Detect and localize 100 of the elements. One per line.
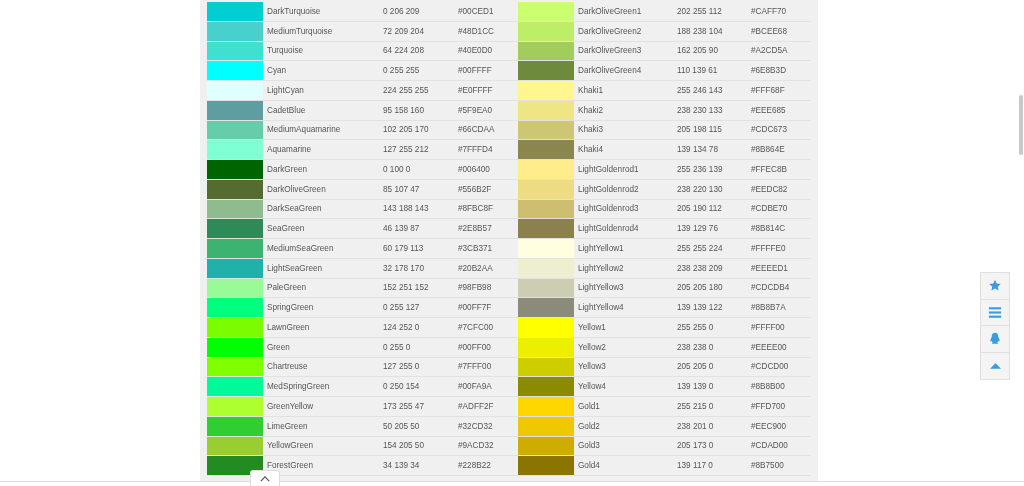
rgb-value: 255 255 224 <box>677 243 724 253</box>
hex-code: #CDAD00 <box>751 441 788 451</box>
hex-code: #BCEE68 <box>751 26 787 36</box>
hex-code: #2E8B57 <box>458 224 492 234</box>
rgb-value: 224 255 255 <box>383 85 430 95</box>
rgb-value: 102 205 170 <box>383 125 430 135</box>
hex-code: #EEDC82 <box>751 184 788 194</box>
hex-code: #40E0D0 <box>458 46 493 56</box>
rgb-value: 124 252 0 <box>383 322 421 332</box>
caret-up-icon <box>989 362 1001 369</box>
rgb-value: 238 230 133 <box>677 105 724 115</box>
color-name: Aquamarine <box>266 145 313 155</box>
rgb-value: 34 139 34 <box>383 461 421 471</box>
color-name: MediumSeaGreen <box>266 243 335 253</box>
color-name: YellowGreen <box>266 441 315 451</box>
rgb-value: 255 255 0 <box>677 322 715 332</box>
rgb-value: 205 205 180 <box>677 283 724 293</box>
color-name: DarkOliveGreen <box>266 184 327 194</box>
hex-code: #ADFF2F <box>458 401 494 411</box>
color-name: Yellow2 <box>577 342 607 352</box>
color-name: Khaki3 <box>577 125 605 135</box>
hex-code: #EEEE00 <box>751 342 787 352</box>
hex-code: #00CED1 <box>458 6 494 16</box>
hex-code: #CDC673 <box>751 125 787 135</box>
rgb-value: 188 238 104 <box>677 26 724 36</box>
color-name: LightGoldenrod2 <box>577 184 640 194</box>
color-name: LightYellow3 <box>577 283 625 293</box>
hex-code: #7CFC00 <box>458 322 494 332</box>
hex-code: #228B22 <box>458 461 491 471</box>
color-name: Gold4 <box>577 461 601 471</box>
color-name: DarkOliveGreen4 <box>577 66 643 76</box>
hex-code: #7FFFD4 <box>458 145 493 155</box>
hex-code: #8B814C <box>751 224 786 234</box>
rgb-value: 0 100 0 <box>383 164 412 174</box>
color-name: MedSpringGreen <box>266 382 331 392</box>
hex-code: #FFFF00 <box>751 322 785 332</box>
rgb-value: 143 188 143 <box>383 204 430 214</box>
rgb-value: 205 198 115 <box>677 125 723 135</box>
color-name: DarkOliveGreen3 <box>577 46 643 56</box>
rgb-value: 110 139 61 <box>677 66 719 76</box>
color-name: LightGoldenrod3 <box>577 204 640 214</box>
color-name: DarkGreen <box>266 164 309 174</box>
color-name: Turquoise <box>266 46 305 56</box>
rgb-value: 202 255 112 <box>677 6 723 16</box>
hex-code: #E0FFFF <box>458 85 493 95</box>
color-name: SeaGreen <box>266 224 306 234</box>
rgb-value: 139 129 76 <box>677 224 719 234</box>
hex-code: #EEE685 <box>751 105 786 115</box>
rgb-value: 154 205 50 <box>383 441 425 451</box>
hex-code: #48D1CC <box>458 26 494 36</box>
rgb-value: 205 205 0 <box>677 362 715 372</box>
hex-code: #9ACD32 <box>458 441 494 451</box>
rgb-value: 95 158 160 <box>383 105 425 115</box>
color-name: Green <box>266 342 291 352</box>
color-name: Yellow1 <box>577 322 607 332</box>
color-name: LawnGreen <box>266 322 311 332</box>
hex-code: #98FB98 <box>458 283 492 293</box>
star-icon <box>988 279 1002 293</box>
scroll-up-tab[interactable] <box>250 470 280 486</box>
color-name: PaleGreen <box>266 283 308 293</box>
color-name: Khaki2 <box>577 105 605 115</box>
color-name: LimeGreen <box>266 421 309 431</box>
rgb-value: 0 255 255 <box>383 66 421 76</box>
hex-code: #8B864E <box>751 145 785 155</box>
rgb-value: 255 246 143 <box>677 85 724 95</box>
rgb-value: 139 139 0 <box>677 382 715 392</box>
hex-code: #8B8B00 <box>751 382 785 392</box>
hex-code: #FFF68F <box>751 85 785 95</box>
hex-code: #5F9EA0 <box>458 105 493 115</box>
rgb-value: 127 255 0 <box>383 362 421 372</box>
rgb-value: 255 236 139 <box>677 164 724 174</box>
color-name: DarkOliveGreen2 <box>577 26 643 36</box>
color-name: LightYellow1 <box>577 243 625 253</box>
hex-code: #CDBE70 <box>751 204 788 214</box>
rgb-value: 238 238 0 <box>677 342 715 352</box>
rgb-value: 127 255 212 <box>383 145 430 155</box>
color-name: LightGoldenrod1 <box>577 164 640 174</box>
hex-code: #006400 <box>458 164 490 174</box>
color-name: Gold3 <box>577 441 601 451</box>
rgb-value: 0 250 154 <box>383 382 421 392</box>
rgb-value: 152 251 152 <box>383 283 430 293</box>
hex-code: #6E8B3D <box>751 66 787 76</box>
color-name: SpringGreen <box>266 303 315 313</box>
rgb-value: 173 255 47 <box>383 401 425 411</box>
rgb-value: 64 224 208 <box>383 46 425 56</box>
color-name: ForestGreen <box>266 461 314 471</box>
rgb-value: 205 190 112 <box>677 204 723 214</box>
color-name: DarkOliveGreen1 <box>577 6 643 16</box>
color-name: Khaki1 <box>577 85 605 95</box>
hex-code: #00FA9A <box>458 382 492 392</box>
rgb-value: 60 179 113 <box>383 243 425 253</box>
penguin-icon <box>988 332 1002 346</box>
color-name: MediumTurquoise <box>266 26 334 36</box>
hex-code: #00FF00 <box>458 342 491 352</box>
rgb-value: 238 238 209 <box>677 263 724 273</box>
menu-icon <box>988 305 1002 319</box>
hex-code: #EEEED1 <box>751 263 788 273</box>
scrollbar-thumb[interactable] <box>1019 95 1023 155</box>
hex-code: #CDCD00 <box>751 362 789 372</box>
rgb-value: 238 220 130 <box>677 184 724 194</box>
